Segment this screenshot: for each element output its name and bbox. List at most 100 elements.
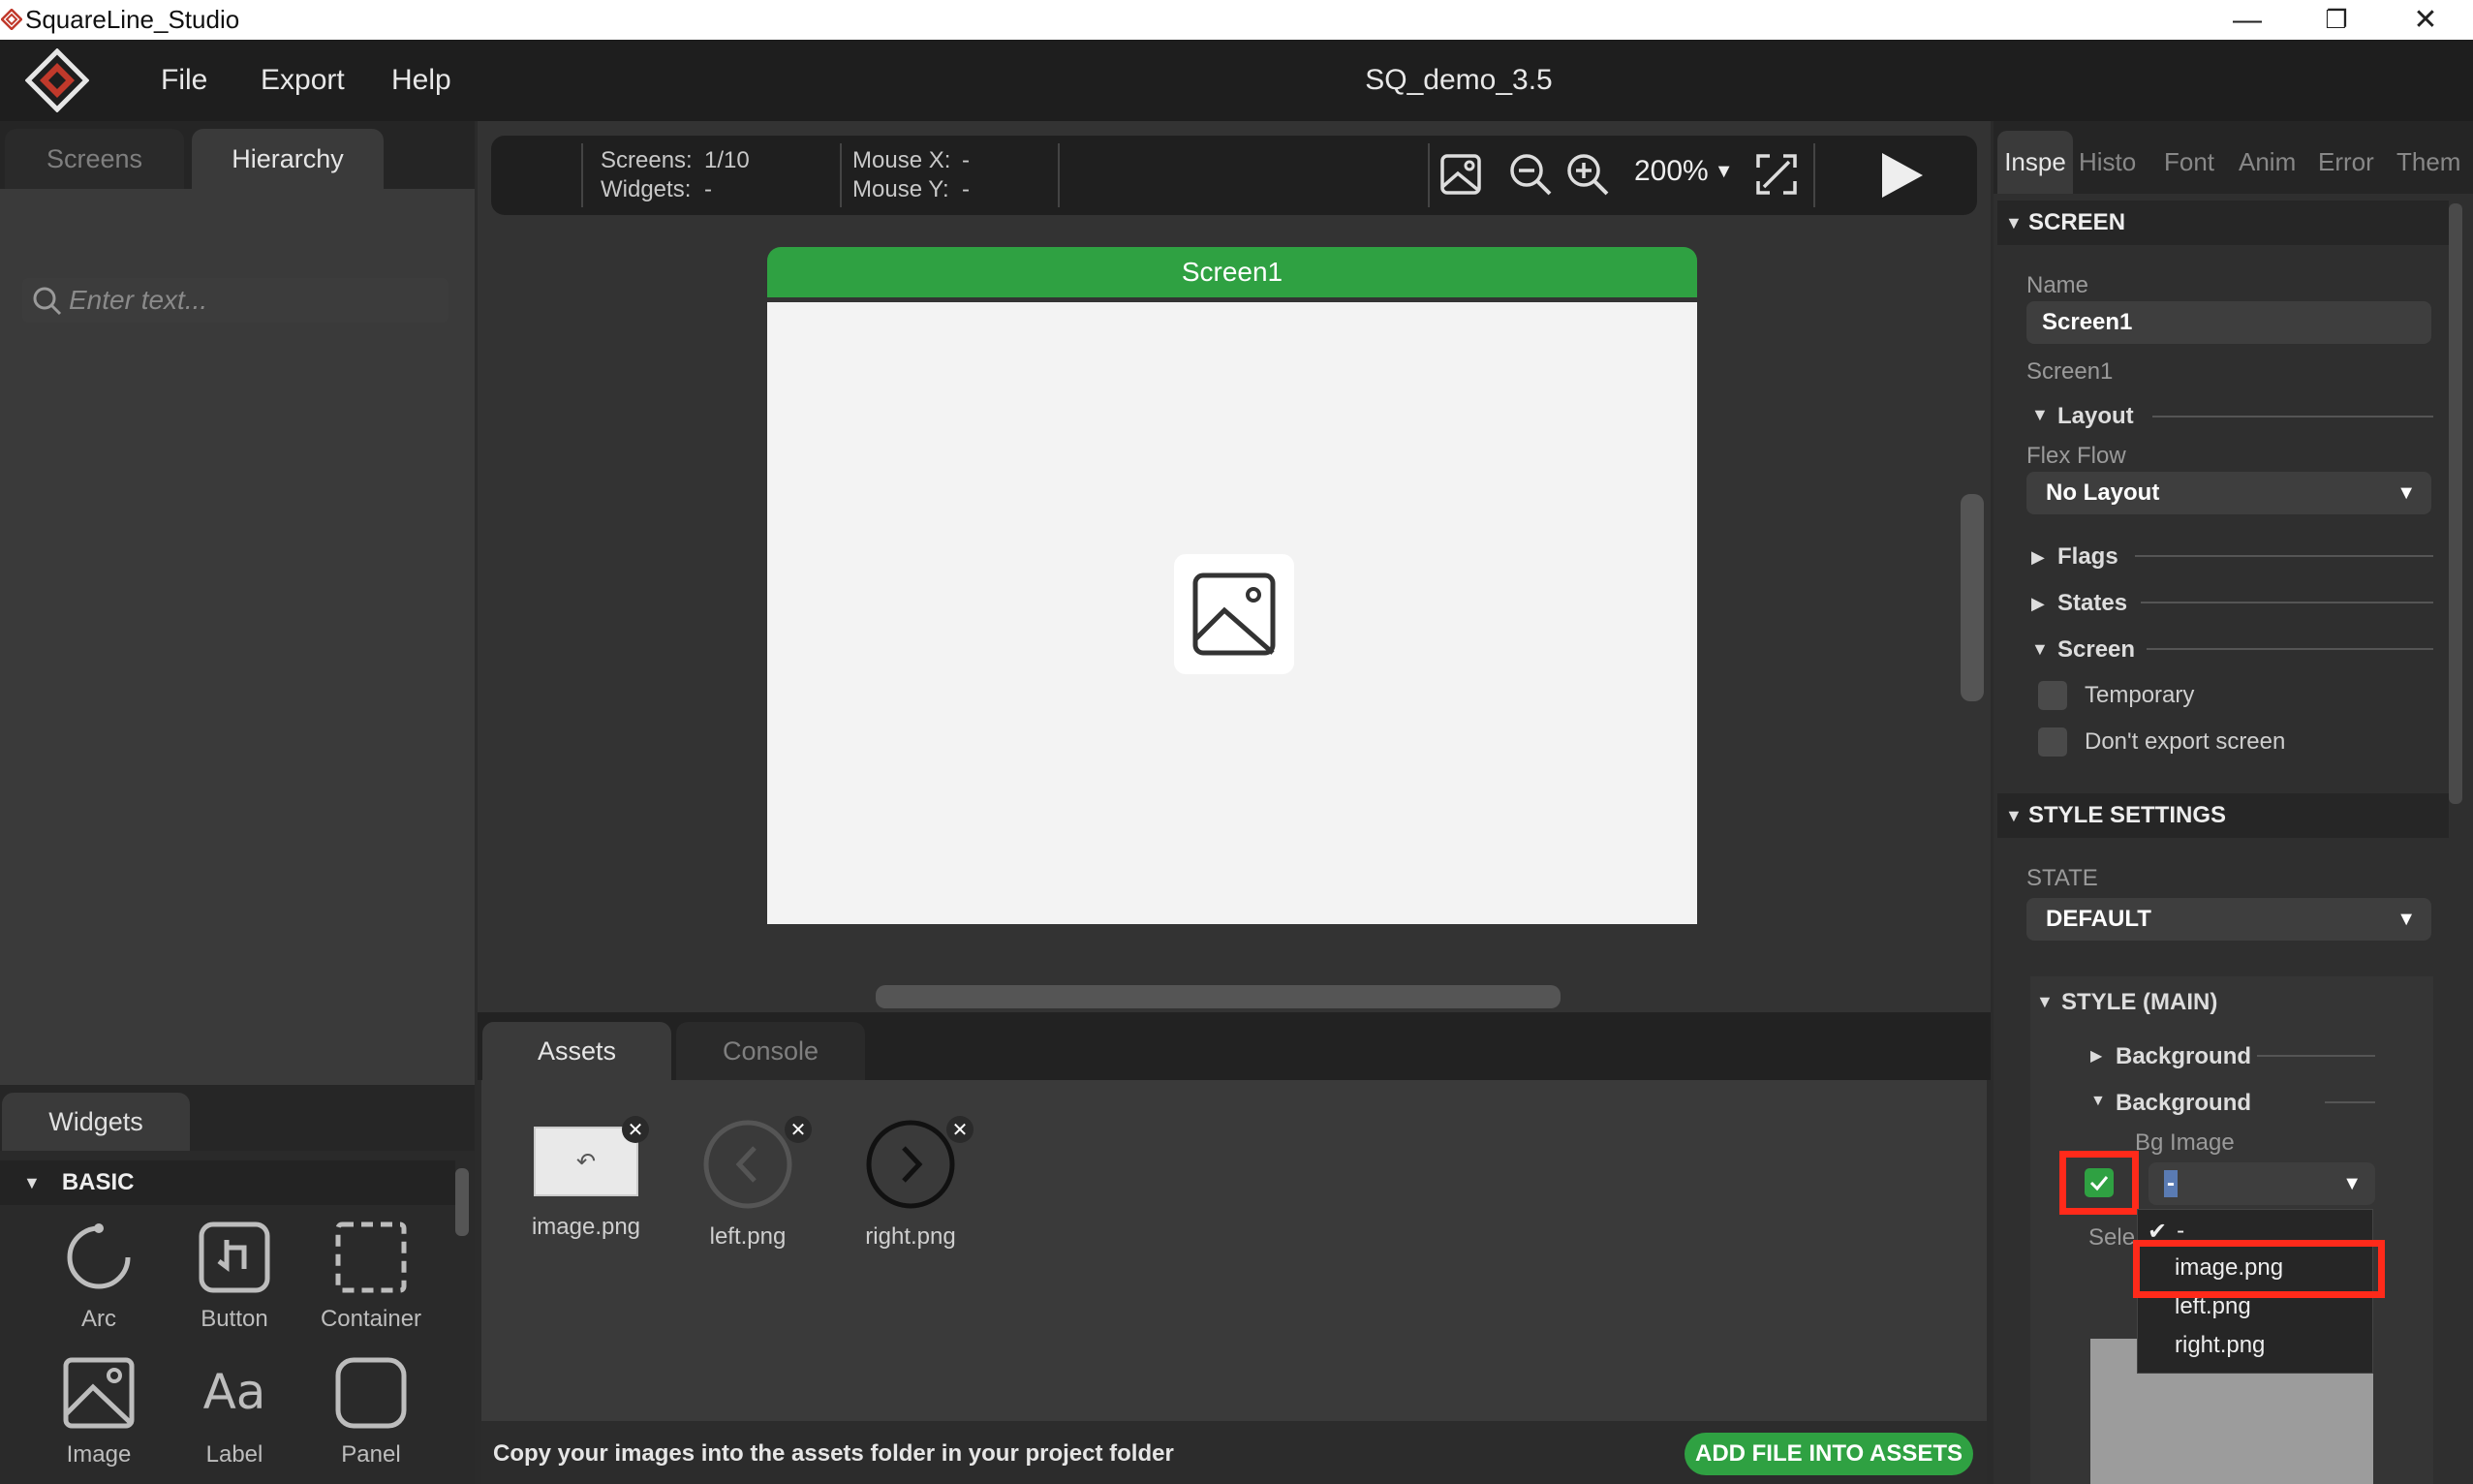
search-input[interactable]: Enter text...: [22, 278, 448, 323]
asset-name: right.png: [865, 1223, 956, 1250]
zoom-select[interactable]: 200% ▼: [1634, 155, 1734, 188]
asset-thumbnail-left-icon: [703, 1120, 792, 1209]
chevron-down-icon: ▼: [2396, 908, 2416, 930]
expand-triangle-icon[interactable]: ▶: [2031, 547, 2045, 568]
screen-title-bar[interactable]: Screen1: [767, 247, 1697, 297]
image-placeholder[interactable]: [1174, 554, 1294, 674]
tab-history[interactable]: Histo: [2079, 131, 2136, 194]
widget-image[interactable]: Image: [31, 1354, 167, 1469]
name-input[interactable]: Screen1: [2026, 301, 2431, 344]
container-icon: [335, 1221, 407, 1293]
dropdown-option[interactable]: right.png: [2175, 1332, 2265, 1359]
category-basic[interactable]: ▼ BASIC: [0, 1160, 455, 1205]
widget-container[interactable]: Container: [303, 1219, 439, 1333]
menu-help[interactable]: Help: [391, 64, 451, 97]
flex-flow-select[interactable]: No Layout ▼: [2026, 472, 2431, 514]
tab-animation[interactable]: Anim: [2239, 131, 2296, 194]
image-icon: [63, 1357, 135, 1429]
play-icon[interactable]: [1876, 149, 1927, 201]
panel-icon: [335, 1357, 407, 1429]
collapse-triangle-icon: ▼: [2005, 805, 2023, 825]
widget-button[interactable]: Button: [167, 1219, 302, 1333]
canvas-toolbar: Screens: 1/10 Widgets: - Mouse X: - Mous…: [491, 136, 1977, 215]
divider: [1428, 143, 1430, 207]
screen-title: Screen1: [1181, 257, 1283, 287]
screen-canvas[interactable]: [767, 302, 1697, 924]
section-style-settings[interactable]: ▼ STYLE SETTINGS: [1997, 793, 2449, 838]
mouse-x-value: -: [962, 147, 970, 173]
search-placeholder: Enter text...: [69, 285, 208, 315]
svg-text:Aa: Aa: [203, 1364, 266, 1420]
restore-icon: ❐: [2325, 5, 2348, 34]
divider: [2325, 1101, 2375, 1103]
bg-image-checkbox[interactable]: [2085, 1168, 2114, 1197]
collapse-triangle-icon[interactable]: ▼: [2090, 1093, 2106, 1110]
zoom-out-icon[interactable]: [1506, 150, 1555, 199]
collapse-triangle-icon[interactable]: ▼: [2036, 992, 2054, 1012]
menu-file[interactable]: File: [161, 64, 207, 97]
states-label[interactable]: States: [2057, 590, 2127, 617]
widget-arc[interactable]: Arc: [31, 1219, 167, 1333]
zoom-in-icon[interactable]: [1563, 150, 1612, 199]
option-highlight: [2133, 1240, 2385, 1298]
widget-label: Arc: [81, 1306, 116, 1332]
tab-widgets[interactable]: Widgets: [2, 1093, 190, 1151]
collapse-triangle-icon[interactable]: ▼: [2031, 405, 2049, 425]
screen-sub-label[interactable]: Screen: [2057, 636, 2135, 664]
divider: [2147, 648, 2433, 650]
tab-assets[interactable]: Assets: [482, 1022, 671, 1080]
tab-theme[interactable]: Them: [2396, 131, 2460, 194]
remove-asset-button[interactable]: ✕: [946, 1116, 974, 1143]
background-label[interactable]: Background: [2116, 1043, 2251, 1070]
assets-hint: Copy your images into the assets folder …: [493, 1440, 1174, 1467]
minimize-icon: —: [2233, 3, 2262, 36]
asset-name: left.png: [709, 1223, 787, 1250]
widgets-scrollbar[interactable]: [455, 1168, 469, 1236]
chevron-down-icon: ▼: [2342, 1172, 2362, 1194]
background-image-icon[interactable]: [1438, 152, 1483, 197]
app-icon: [1, 9, 22, 30]
inspector-scrollbar[interactable]: [2449, 203, 2462, 804]
state-select[interactable]: DEFAULT ▼: [2026, 898, 2431, 941]
menu-export[interactable]: Export: [261, 64, 345, 97]
layout-label[interactable]: Layout: [2057, 403, 2134, 430]
minimize-button[interactable]: —: [2203, 0, 2292, 40]
background-label[interactable]: Background: [2116, 1090, 2251, 1117]
divider: [2152, 416, 2433, 417]
tab-inspector[interactable]: Inspe: [1997, 131, 2073, 194]
mouse-y-label: Mouse Y:: [852, 176, 949, 202]
dont-export-checkbox[interactable]: [2038, 727, 2067, 757]
expand-triangle-icon[interactable]: ▶: [2031, 594, 2045, 614]
remove-asset-button[interactable]: ✕: [622, 1116, 649, 1143]
widget-panel[interactable]: Panel: [303, 1354, 439, 1469]
assets-footer: Copy your images into the assets folder …: [481, 1421, 1987, 1484]
asset-thumbnail-right-icon: [866, 1120, 955, 1209]
tab-screens[interactable]: Screens: [5, 129, 184, 189]
asset-name: image.png: [531, 1214, 641, 1240]
search-icon: [33, 287, 62, 316]
widgets-count: -: [704, 176, 712, 202]
temporary-checkbox[interactable]: [2038, 681, 2067, 710]
divider: [2257, 1055, 2375, 1057]
bg-image-select[interactable]: - ▼: [2148, 1162, 2375, 1205]
tab-font[interactable]: Font: [2164, 131, 2214, 194]
style-main-label[interactable]: STYLE (MAIN): [2061, 989, 2217, 1016]
divider: [2141, 602, 2433, 603]
remove-asset-button[interactable]: ✕: [785, 1116, 812, 1143]
expand-triangle-icon[interactable]: ▶: [2090, 1046, 2102, 1066]
tab-console[interactable]: Console: [676, 1022, 865, 1080]
squareline-logo-icon[interactable]: [25, 48, 89, 112]
canvas-horizontal-scrollbar[interactable]: [876, 985, 1561, 1008]
tab-hierarchy[interactable]: Hierarchy: [192, 129, 384, 189]
section-screen[interactable]: ▼ SCREEN: [1997, 201, 2449, 245]
add-file-button[interactable]: ADD FILE INTO ASSETS: [1685, 1433, 1973, 1475]
close-window-button[interactable]: ✕: [2381, 0, 2470, 40]
widget-label: Panel: [341, 1441, 401, 1468]
widget-label-item[interactable]: Aa Label: [167, 1354, 302, 1469]
fit-screen-icon[interactable]: [1754, 152, 1799, 197]
collapse-triangle-icon[interactable]: ▼: [2031, 639, 2049, 660]
canvas-vertical-scrollbar[interactable]: [1961, 494, 1984, 701]
flags-label[interactable]: Flags: [2057, 543, 2118, 571]
tab-error[interactable]: Error: [2318, 131, 2374, 194]
restore-button[interactable]: ❐: [2292, 0, 2381, 40]
